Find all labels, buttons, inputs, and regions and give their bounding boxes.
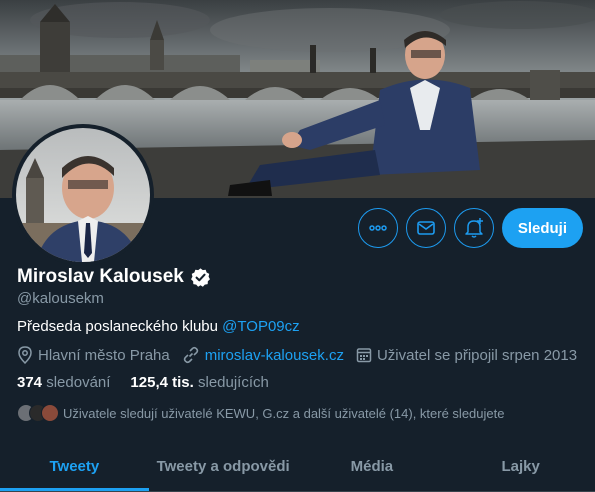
bio-text: Předseda poslaneckého klubu bbox=[17, 318, 223, 335]
profile-tabs: Tweety Tweety a odpovědi Média Lajky bbox=[0, 442, 595, 492]
followed-by-row[interactable]: Uživatele sledují uživatelé KEWU, G.cz a… bbox=[17, 404, 504, 422]
followed-by-avatars bbox=[17, 404, 59, 422]
tab-likes[interactable]: Lajky bbox=[446, 442, 595, 491]
following-label: sledování bbox=[46, 374, 111, 391]
followers-label: sledujících bbox=[197, 374, 269, 391]
profile-handle: @kalousekm bbox=[17, 290, 104, 307]
location-text: Hlavní město Praha bbox=[38, 346, 170, 364]
following-stat[interactable]: 374 sledování bbox=[17, 374, 110, 391]
profile-actions: Sleduji bbox=[357, 208, 583, 248]
following-count: 374 bbox=[17, 374, 43, 391]
website-link[interactable]: miroslav-kalousek.cz bbox=[205, 347, 344, 364]
more-icon bbox=[369, 225, 387, 231]
link-icon bbox=[183, 346, 198, 364]
followed-by-text: Uživatele sledují uživatelé KEWU, G.cz a… bbox=[63, 405, 505, 421]
followers-stat[interactable]: 125,4 tis. sledujících bbox=[130, 374, 268, 391]
profile-name-row: Miroslav Kalousek bbox=[17, 266, 211, 288]
website-item: miroslav-kalousek.cz bbox=[182, 346, 344, 364]
profile-stats: 374 sledování 125,4 tis. sledujících bbox=[17, 374, 269, 391]
followers-count: 125,4 tis. bbox=[130, 374, 194, 391]
message-button[interactable] bbox=[405, 208, 446, 248]
tab-tweets[interactable]: Tweety bbox=[0, 442, 149, 491]
notifications-button[interactable] bbox=[453, 208, 494, 248]
joined-text: Uživatel se připojil srpen 2013 bbox=[376, 346, 578, 364]
calendar-icon bbox=[356, 348, 372, 363]
following-button[interactable]: Sleduji bbox=[501, 208, 583, 248]
joined-item: Uživatel se připojil srpen 2013 bbox=[356, 347, 577, 364]
profile-avatar[interactable] bbox=[12, 124, 154, 266]
location-pin-icon bbox=[18, 346, 32, 364]
bio-mention-link[interactable]: @TOP09cz bbox=[222, 318, 299, 335]
more-button[interactable] bbox=[357, 208, 398, 248]
verified-badge-icon bbox=[190, 267, 210, 287]
avatar bbox=[41, 404, 59, 422]
profile-bio: Předseda poslaneckého klubu @TOP09cz bbox=[17, 318, 300, 335]
location-item: Hlavní město Praha bbox=[17, 346, 170, 364]
tab-media[interactable]: Média bbox=[298, 442, 447, 491]
tab-tweets-and-replies[interactable]: Tweety a odpovědi bbox=[149, 442, 298, 491]
bell-plus-icon bbox=[465, 218, 483, 238]
profile-name: Miroslav Kalousek bbox=[17, 266, 184, 287]
envelope-icon bbox=[417, 221, 435, 235]
profile-meta: Hlavní město Praha miroslav-kalousek.cz … bbox=[17, 346, 589, 364]
